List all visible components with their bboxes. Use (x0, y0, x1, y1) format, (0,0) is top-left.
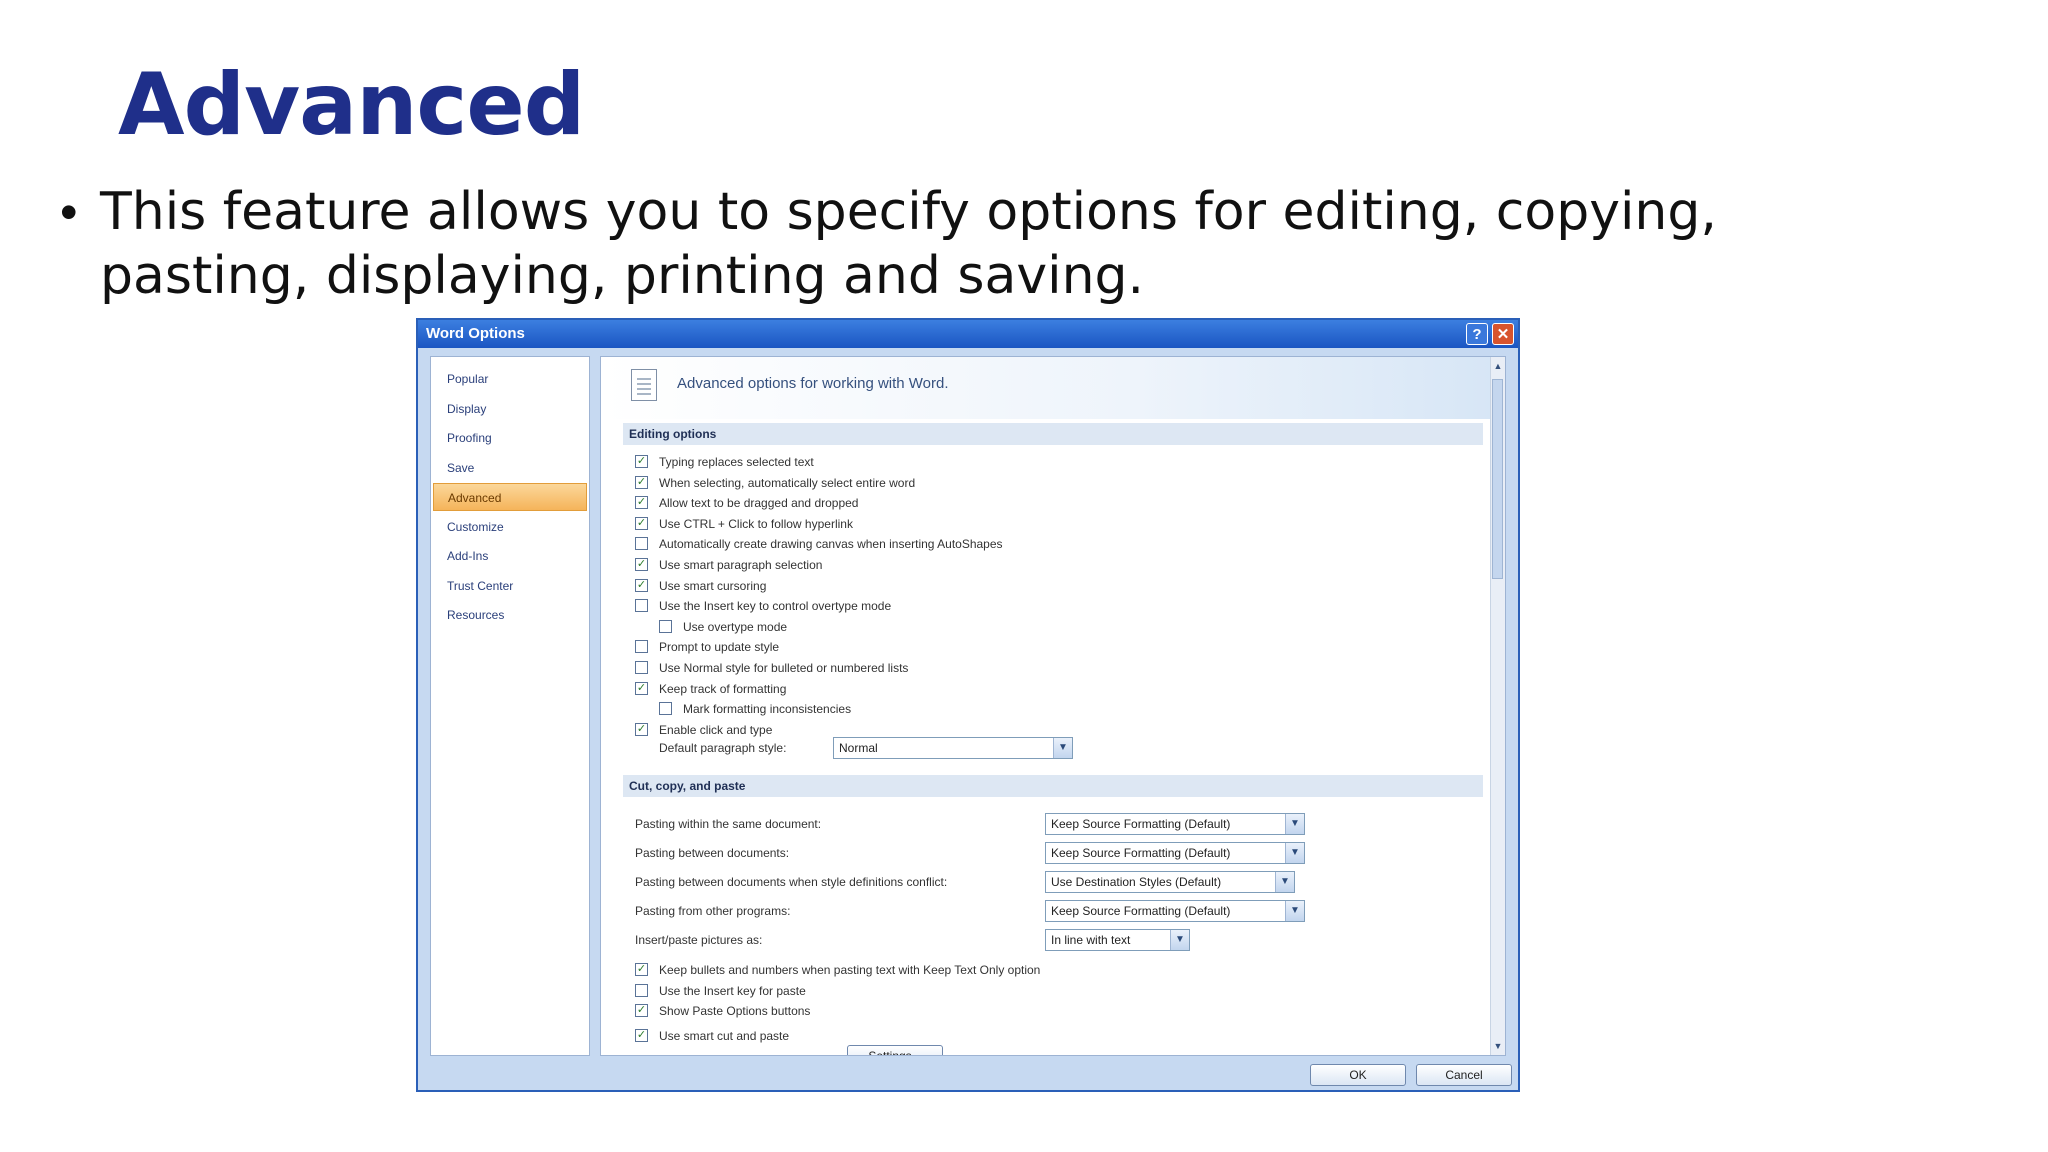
option-label: Prompt to update style (659, 640, 780, 655)
options-nav: Popular Display Proofing Save Advanced Custom… (430, 356, 590, 1056)
chevron-down-icon: ▼ (1285, 901, 1304, 921)
checkbox[interactable]: ✓ (635, 963, 648, 976)
chevron-down-icon: ▼ (1275, 872, 1294, 892)
checkbox[interactable]: ✓ (635, 1028, 648, 1042)
option-label: Use smart paragraph selection (659, 558, 823, 572)
nav-item-proofing[interactable]: Proofing (433, 424, 587, 452)
checkbox[interactable]: ✓ (635, 475, 648, 489)
option-label: Keep bullets and numbers when pasting te… (659, 963, 1041, 977)
chevron-down-icon: ▼ (1053, 738, 1072, 758)
content-header-text: Advanced options for working with Word. (677, 375, 949, 392)
chevron-down-icon: ▼ (1285, 814, 1304, 834)
option-label: When selecting, automatically select ent… (659, 475, 916, 490)
checkbox[interactable] (659, 619, 672, 633)
paste-row-label: Pasting between documents: (635, 846, 790, 860)
checkbox[interactable] (635, 661, 648, 674)
nav-item-resources[interactable]: Resources (433, 601, 587, 629)
option-label: Keep track of formatting (659, 681, 787, 696)
option-label: Use overtype mode (683, 619, 788, 634)
checkbox[interactable]: ✓ (635, 516, 648, 530)
checkbox[interactable] (635, 599, 648, 613)
dropdown-value: Keep Source Formatting (Default) (1051, 817, 1231, 831)
paste-row-dropdown[interactable]: Keep Source Formatting (Default) ▼ (1045, 842, 1305, 864)
option-label: Use the Insert key for paste (659, 983, 806, 998)
document-icon (631, 369, 657, 401)
checkbox[interactable] (635, 983, 648, 997)
checkbox[interactable]: ✓ (635, 1004, 648, 1018)
cancel-button[interactable]: Cancel (1416, 1064, 1512, 1086)
dialog-title: Word Options (426, 325, 525, 342)
scroll-down-icon[interactable]: ▼ (1491, 1039, 1505, 1053)
paste-row-dropdown[interactable]: Keep Source Formatting (Default) ▼ (1045, 813, 1305, 835)
nav-item-advanced[interactable]: Advanced (433, 483, 587, 511)
checkbox[interactable] (635, 537, 648, 551)
option-label: Automatically create drawing canvas when… (659, 537, 1003, 552)
bullet-icon: • (60, 184, 78, 240)
scroll-up-icon[interactable]: ▲ (1491, 359, 1505, 373)
paste-row-label: Pasting between documents when style def… (635, 875, 948, 889)
settings-button[interactable]: Settings... (847, 1045, 943, 1055)
chevron-down-icon: ▼ (1285, 843, 1304, 863)
option-label: Enable click and type (659, 722, 773, 737)
checkbox[interactable] (635, 640, 648, 654)
option-label: Typing replaces selected text (659, 455, 814, 469)
checkbox[interactable]: ✓ (635, 455, 648, 468)
paste-row-dropdown[interactable]: Use Destination Styles (Default) ▼ (1045, 871, 1295, 893)
slide-title: Advanced (118, 55, 585, 155)
checkbox[interactable]: ✓ (635, 578, 648, 592)
checkbox[interactable]: ✓ (635, 722, 648, 736)
default-paragraph-value: Normal (839, 741, 878, 755)
paste-row-label: Pasting from other programs: (635, 904, 791, 918)
content-header: Advanced options for working with Word. (601, 357, 1491, 419)
chevron-down-icon: ▼ (1170, 930, 1189, 950)
dropdown-value: In line with text (1051, 933, 1131, 947)
option-label: Allow text to be dragged and dropped (659, 496, 859, 511)
option-label: Mark formatting inconsistencies (683, 702, 852, 717)
paste-row-label: Insert/paste pictures as: (635, 933, 763, 947)
paste-row-dropdown[interactable]: In line with text ▼ (1045, 929, 1190, 951)
nav-item-add-ins[interactable]: Add-Ins (433, 542, 587, 570)
nav-item-customize[interactable]: Customize (433, 513, 587, 541)
scrollbar[interactable]: ▲ ▼ (1490, 357, 1505, 1055)
option-label: Use smart cut and paste (659, 1028, 790, 1043)
dropdown-value: Keep Source Formatting (Default) (1051, 904, 1231, 918)
option-label: Use the Insert key to control overtype m… (659, 599, 892, 614)
checkbox[interactable]: ✓ (635, 558, 648, 571)
option-label: Show Paste Options buttons (659, 1004, 811, 1019)
paste-row-dropdown[interactable]: Keep Source Formatting (Default) ▼ (1045, 900, 1305, 922)
default-paragraph-dropdown[interactable]: Normal ▼ (833, 737, 1073, 759)
dialog-titlebar: Word Options ? ✕ (418, 320, 1518, 348)
dropdown-value: Use Destination Styles (Default) (1051, 875, 1222, 889)
checkbox[interactable] (659, 702, 672, 716)
nav-item-save[interactable]: Save (433, 454, 587, 482)
cut-copy-paste-header: Cut, copy, and paste (623, 775, 1483, 797)
option-label: Use smart cursoring (659, 578, 767, 593)
option-label: Use CTRL + Click to follow hyperlink (659, 516, 853, 531)
nav-item-trust-center[interactable]: Trust Center (433, 572, 587, 600)
close-button[interactable]: ✕ (1492, 323, 1514, 345)
option-label: Use Normal style for bulleted or numbere… (659, 661, 909, 675)
scrollbar-thumb[interactable] (1492, 379, 1503, 579)
nav-item-display[interactable]: Display (433, 395, 587, 423)
dropdown-value: Keep Source Formatting (Default) (1051, 846, 1231, 860)
ok-button[interactable]: OK (1310, 1064, 1406, 1086)
help-button[interactable]: ? (1466, 323, 1488, 345)
editing-options-header: Editing options (623, 423, 1483, 445)
options-content: Advanced options for working with Word. … (600, 356, 1506, 1056)
checkbox[interactable]: ✓ (635, 496, 648, 510)
nav-item-popular[interactable]: Popular (433, 365, 587, 393)
paste-row-label: Pasting within the same document: (635, 817, 822, 831)
bullet-text: This feature allows you to specify optio… (100, 182, 1717, 306)
word-options-dialog: Word Options ? ✕ Popular Display Proofing S… (416, 318, 1520, 1092)
default-paragraph-label: Default paragraph style: (659, 741, 787, 755)
checkbox[interactable]: ✓ (635, 681, 648, 695)
